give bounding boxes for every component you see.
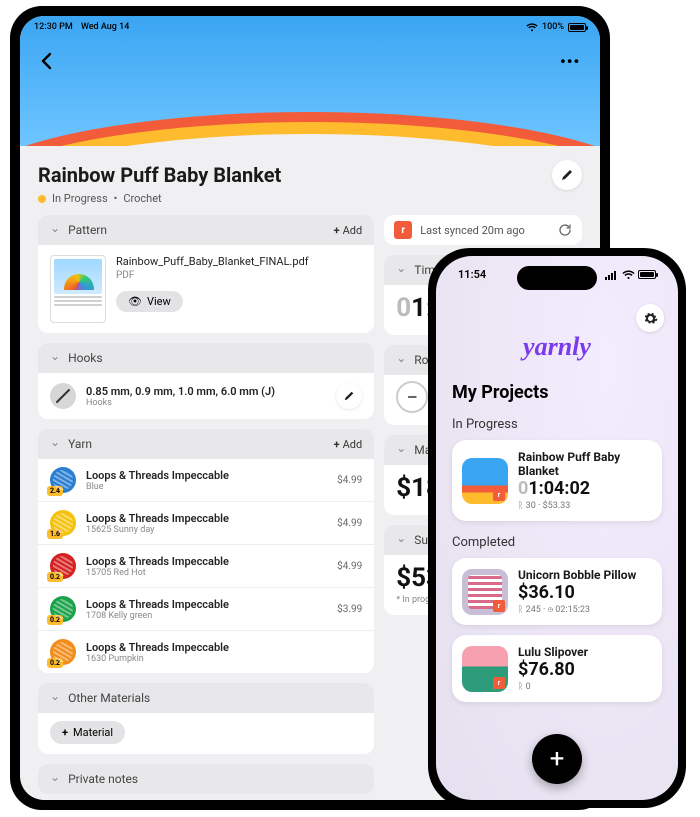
ravelry-tag-icon: r (493, 489, 505, 501)
yarn-ball-icon: 0.2 (50, 596, 76, 622)
add-material-button[interactable]: Material (50, 721, 125, 744)
project-card-name: Rainbow Puff Baby Blanket (518, 450, 652, 478)
chevron-down-icon[interactable] (396, 533, 406, 547)
project-thumbnail: r (462, 646, 508, 692)
chevron-down-icon (50, 772, 60, 786)
back-button[interactable] (36, 50, 58, 72)
private-notes-header: Private notes (68, 772, 138, 786)
phone-status-time: 11:54 (458, 268, 486, 281)
project-craft: Crochet (123, 192, 161, 205)
status-date: Wed Aug 14 (81, 22, 129, 32)
project-card-meta: ᚱ 245 · ◷ 02:15:23 (518, 605, 652, 615)
yarn-row[interactable]: 2.4 Loops & Threads ImpeccableBlue $4.99 (38, 459, 374, 501)
chevron-down-icon[interactable] (50, 223, 60, 237)
chevron-down-icon[interactable] (396, 263, 406, 277)
project-card-timer: 01:04:02 (518, 478, 652, 499)
settings-button[interactable] (636, 304, 664, 332)
hooks-header: Hooks (68, 351, 103, 365)
wifi-icon (622, 270, 635, 280)
project-card-price: $36.10 (518, 582, 652, 603)
project-card-name: Lulu Slipover (518, 645, 652, 659)
yarn-card: Yarn Add 2.4 Loops & Threads ImpeccableB… (38, 429, 374, 673)
ravelry-tag-icon: r (493, 600, 505, 612)
battery-icon (638, 270, 656, 279)
ravelry-logo-icon: r (394, 221, 412, 239)
project-card-meta: ᚱ 30 · $53.33 (518, 501, 652, 511)
section-in-progress: In Progress (452, 417, 662, 432)
yarn-ball-icon: 0.2 (50, 553, 76, 579)
yarn-row[interactable]: 0.2 Loops & Threads Impeccable1708 Kelly… (38, 587, 374, 630)
notch (517, 266, 597, 290)
yarn-row[interactable]: 1.6 Loops & Threads Impeccable15625 Sunn… (38, 501, 374, 544)
status-dot-icon (38, 195, 46, 203)
project-status: In Progress (52, 192, 108, 205)
pattern-filename: Rainbow_Puff_Baby_Blanket_FINAL.pdf (116, 255, 309, 268)
add-project-fab[interactable]: + (532, 734, 582, 784)
more-button[interactable]: ••• (560, 52, 584, 74)
project-thumbnail: r (462, 458, 508, 504)
project-card-meta: ᚱ 0 (518, 682, 652, 692)
yarn-header: Yarn (68, 437, 92, 451)
sync-card: r Last synced 20m ago (384, 215, 582, 245)
sync-label: Last synced 20m ago (420, 224, 525, 237)
yarn-ball-icon: 2.4 (50, 467, 76, 493)
wifi-icon (526, 23, 538, 32)
pattern-view-button[interactable]: View (116, 291, 183, 312)
hooks-card: Hooks 0.85 mm, 0.9 mm, 1.0 mm, 6.0 mm (J… (38, 343, 374, 419)
pattern-header: Pattern (68, 223, 107, 237)
pattern-add-button[interactable]: Add (334, 224, 363, 237)
project-title: Rainbow Puff Baby Blanket (38, 163, 281, 187)
battery-icon (568, 23, 586, 32)
chevron-down-icon[interactable] (396, 353, 406, 367)
tablet-statusbar: 12:30 PM Wed Aug 14 100% (20, 18, 600, 36)
project-card[interactable]: r Rainbow Puff Baby Blanket 01:04:02 ᚱ 3… (452, 440, 662, 521)
battery-percent: 100% (542, 22, 564, 32)
phone-device: 11:54 yarnly My Projects In Progress r R… (428, 248, 686, 808)
project-status-line: In Progress • Crochet (38, 192, 582, 205)
yarn-add-button[interactable]: Add (334, 438, 363, 451)
project-card[interactable]: r Lulu Slipover $76.80 ᚱ 0 (452, 635, 662, 702)
edit-title-button[interactable] (552, 160, 582, 190)
project-card[interactable]: r Unicorn Bobble Pillow $36.10 ᚱ 245 · ◷… (452, 558, 662, 625)
pattern-filetype: PDF (116, 270, 309, 281)
other-materials-header: Other Materials (68, 691, 150, 705)
ravelry-tag-icon: r (493, 677, 505, 689)
project-card-name: Unicorn Bobble Pillow (518, 568, 652, 582)
chevron-down-icon[interactable] (50, 691, 60, 705)
yarn-ball-icon: 0.2 (50, 639, 76, 665)
pattern-card: Pattern Add Rainbow_Puff_Baby_Blanket_FI… (38, 215, 374, 333)
signal-icon (605, 270, 619, 280)
yarn-list: 2.4 Loops & Threads ImpeccableBlue $4.99… (38, 459, 374, 673)
private-notes-card[interactable]: Private notes (38, 764, 374, 794)
yarn-row[interactable]: 0.2 Loops & Threads Impeccable1630 Pumpk… (38, 630, 374, 673)
edit-hooks-button[interactable] (336, 383, 362, 409)
status-time: 12:30 PM (34, 22, 73, 32)
phone-screen: 11:54 yarnly My Projects In Progress r R… (436, 256, 678, 800)
hooks-sizes: 0.85 mm, 0.9 mm, 1.0 mm, 6.0 mm (J) (86, 385, 326, 398)
yarn-ball-icon: 1.6 (50, 510, 76, 536)
chevron-down-icon[interactable] (396, 443, 406, 457)
project-thumbnail: r (462, 569, 508, 615)
brand-logo: yarnly (436, 332, 678, 362)
hook-icon (50, 383, 76, 409)
pattern-thumbnail[interactable] (50, 255, 106, 323)
hooks-sub: Hooks (86, 398, 326, 408)
section-completed: Completed (452, 535, 662, 550)
yarn-row[interactable]: 0.2 Loops & Threads Impeccable15705 Red … (38, 544, 374, 587)
refresh-button[interactable] (558, 223, 572, 237)
chevron-down-icon[interactable] (50, 437, 60, 451)
row-counter-minus-button[interactable]: − (396, 381, 428, 413)
my-projects-heading: My Projects (452, 382, 662, 403)
other-materials-card: Other Materials Material (38, 683, 374, 754)
chevron-down-icon[interactable] (50, 351, 60, 365)
project-card-price: $76.80 (518, 659, 652, 680)
